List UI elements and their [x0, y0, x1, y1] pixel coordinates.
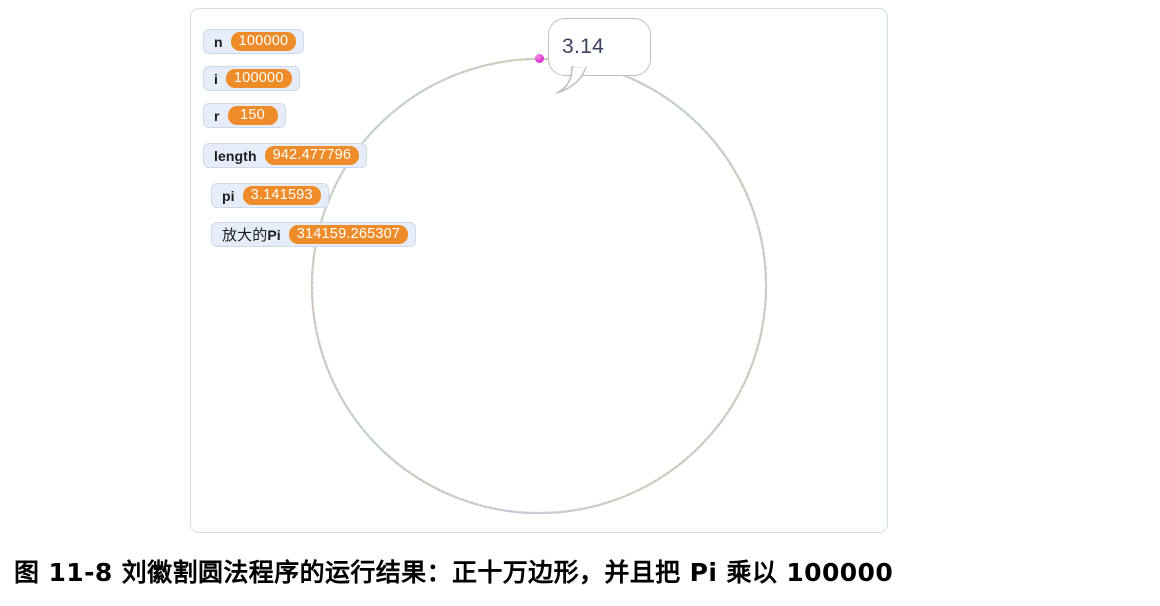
variable-watcher-pi[interactable]: pi 3.141593 — [211, 183, 329, 208]
variable-watcher-n[interactable]: n 100000 — [203, 29, 305, 54]
watcher-value: 150 — [227, 106, 278, 125]
watcher-value: 100000 — [226, 69, 292, 88]
speech-bubble-text: 3.14 — [562, 35, 605, 58]
scratch-stage[interactable]: n 100000 i 100000 r 150 length 942.47779… — [190, 8, 888, 533]
variable-watcher-magnified-pi[interactable]: 放大的Pi 314159.265307 — [211, 222, 417, 247]
watcher-value: 314159.265307 — [288, 225, 409, 244]
speech-bubble: 3.14 — [548, 18, 651, 94]
variable-watcher-length[interactable]: length 942.477796 — [203, 143, 368, 168]
watcher-label: i — [214, 70, 218, 87]
watcher-label: r — [214, 107, 220, 124]
watcher-label: length — [214, 147, 257, 164]
sprite-pen-dot[interactable] — [535, 54, 544, 63]
watcher-label: n — [214, 33, 223, 50]
pen-circle-base — [310, 57, 768, 515]
pen-circle-highlight — [312, 59, 766, 513]
variable-watcher-r[interactable]: r 150 — [203, 103, 286, 128]
watcher-value: 100000 — [230, 32, 297, 51]
watcher-value: 3.141593 — [242, 186, 321, 205]
watcher-label: 放大的Pi — [222, 227, 281, 244]
figure-caption: 图 11-8 刘徽割圆法程序的运行结果：正十万边形，并且把 Pi 乘以 1000… — [14, 558, 894, 587]
watcher-label: pi — [222, 187, 235, 204]
variable-watcher-i[interactable]: i 100000 — [203, 66, 300, 91]
watcher-value: 942.477796 — [264, 146, 360, 165]
pen-circle-rainbow-a — [310, 57, 768, 515]
pen-circle-rainbow-b — [311, 58, 767, 514]
